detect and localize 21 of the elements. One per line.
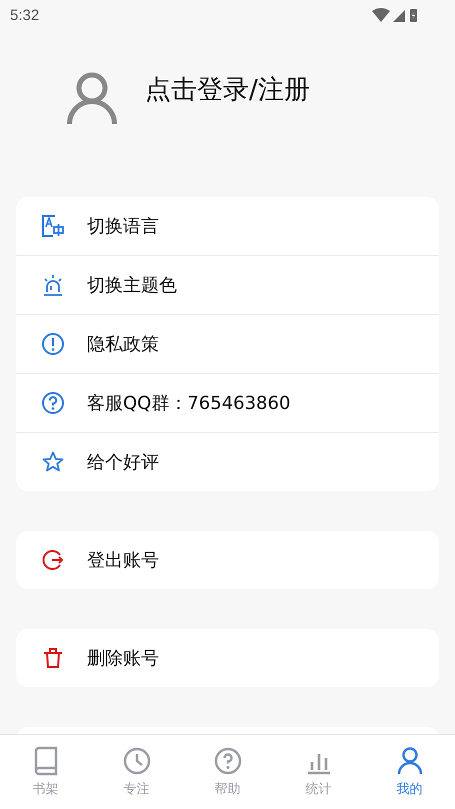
help-icon — [41, 391, 65, 415]
translate-icon — [41, 214, 65, 238]
menu-item-label[interactable]: 客服QQ群：765463860 — [87, 391, 290, 415]
menu-item-label[interactable]: 给个好评 — [87, 450, 159, 474]
menu-item-label[interactable]: 切换主题色 — [87, 273, 177, 297]
logout-icon — [41, 548, 65, 572]
menu-item-label[interactable]: 登出账号 — [87, 548, 159, 572]
help-icon — [214, 746, 242, 776]
star-icon — [41, 450, 65, 474]
avatar-icon[interactable] — [67, 72, 117, 124]
clock-icon — [122, 746, 150, 776]
menu-item-label[interactable]: 隐私政策 — [87, 332, 159, 356]
trash-icon — [41, 646, 65, 670]
nav-tab[interactable]: 我的 — [364, 735, 455, 809]
login-link[interactable]: 点击登录/注册 — [145, 72, 310, 107]
status-time: 5:32 — [10, 6, 40, 24]
person-icon — [396, 746, 424, 776]
alarm-icon — [41, 273, 65, 297]
menu-item-label[interactable]: 删除账号 — [87, 646, 159, 670]
menu-item-label[interactable]: 切换语言 — [87, 214, 159, 238]
info-icon — [41, 332, 65, 356]
